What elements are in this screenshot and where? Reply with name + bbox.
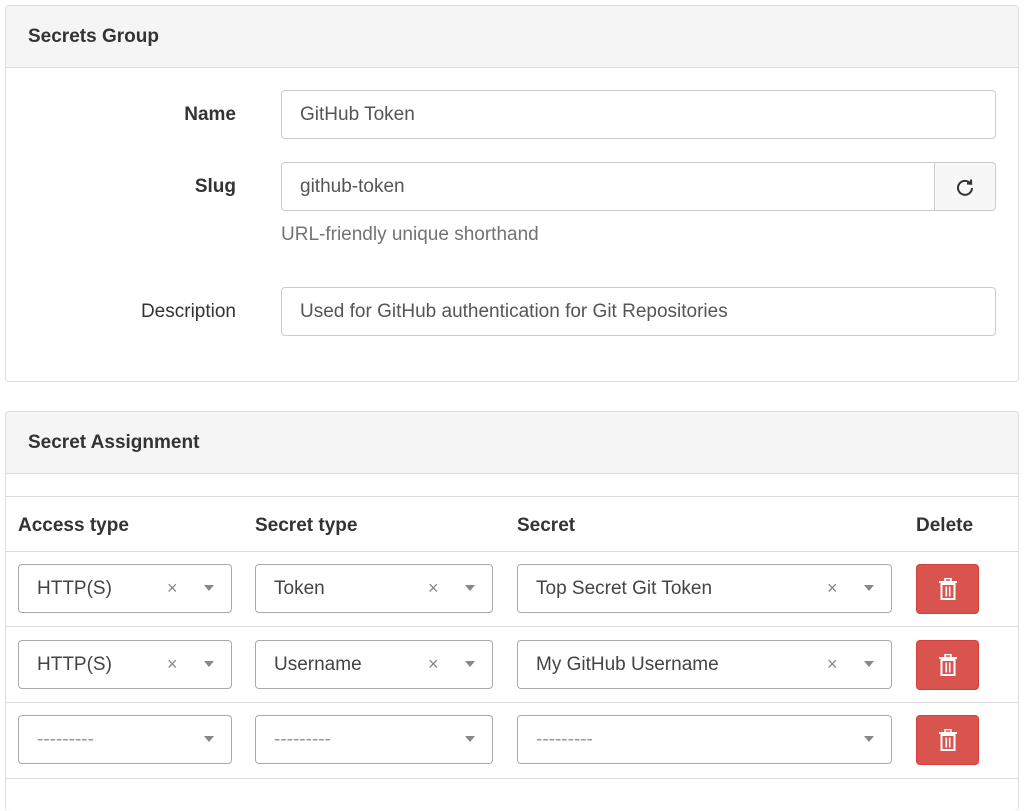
clear-icon[interactable]: × (827, 641, 838, 688)
clear-icon[interactable]: × (428, 565, 439, 612)
secret-type-value: Username (274, 654, 362, 675)
table-row-divider (6, 626, 1018, 627)
access-type-select[interactable]: HTTP(S) × (18, 564, 232, 613)
delete-row-button[interactable] (916, 564, 979, 614)
chevron-down-icon (465, 585, 475, 591)
secret-select[interactable]: --------- (517, 715, 892, 764)
slug-input[interactable]: github-token (281, 162, 935, 211)
delete-row-button[interactable] (916, 715, 979, 765)
chevron-down-icon (204, 585, 214, 591)
column-header-delete: Delete (916, 515, 974, 536)
clear-icon[interactable]: × (167, 565, 178, 612)
clear-icon[interactable]: × (167, 641, 178, 688)
trash-icon (938, 578, 957, 600)
secret-placeholder: --------- (536, 729, 593, 750)
chevron-down-icon (864, 736, 874, 742)
table-row-divider (6, 702, 1018, 703)
description-label: Description (140, 301, 236, 322)
secret-type-value: Token (274, 578, 325, 599)
trash-icon (938, 654, 957, 676)
secret-assignment-heading: Secret Assignment (6, 412, 1018, 474)
chevron-down-icon (864, 585, 874, 591)
secrets-group-heading: Secrets Group (6, 6, 1018, 68)
name-label: Name (184, 104, 236, 125)
table-row-divider (6, 551, 1018, 552)
clear-icon[interactable]: × (428, 641, 439, 688)
secret-select[interactable]: Top Secret Git Token × (517, 564, 892, 613)
secret-value: My GitHub Username (536, 654, 719, 675)
access-type-value: HTTP(S) (37, 654, 112, 675)
secret-type-select[interactable]: Token × (255, 564, 493, 613)
access-type-select[interactable]: --------- (18, 715, 232, 764)
slug-help-text: URL-friendly unique shorthand (281, 224, 539, 245)
clear-icon[interactable]: × (827, 565, 838, 612)
delete-row-button[interactable] (916, 640, 979, 690)
chevron-down-icon (204, 736, 214, 742)
secret-assignment-panel: Secret Assignment Access type Secret typ… (5, 411, 1019, 811)
secret-type-select[interactable]: --------- (255, 715, 493, 764)
trash-icon (938, 729, 957, 751)
access-type-select[interactable]: HTTP(S) × (18, 640, 232, 689)
description-input[interactable]: Used for GitHub authentication for Git R… (281, 287, 996, 336)
regenerate-slug-button[interactable] (934, 162, 996, 211)
column-header-secret-type: Secret type (255, 515, 358, 536)
secret-type-placeholder: --------- (274, 729, 331, 750)
secret-type-select[interactable]: Username × (255, 640, 493, 689)
column-header-secret: Secret (517, 515, 576, 536)
access-type-placeholder: --------- (37, 729, 94, 750)
secret-value: Top Secret Git Token (536, 578, 713, 599)
slug-label: Slug (194, 176, 236, 197)
column-header-access-type: Access type (18, 515, 129, 536)
secret-select[interactable]: My GitHub Username × (517, 640, 892, 689)
chevron-down-icon (864, 661, 874, 667)
secrets-group-panel: Secrets Group Name GitHub Token Slug git… (5, 5, 1019, 382)
chevron-down-icon (465, 736, 475, 742)
chevron-down-icon (465, 661, 475, 667)
table-row-divider (6, 778, 1018, 779)
refresh-icon (957, 178, 973, 196)
name-input[interactable]: GitHub Token (281, 90, 996, 139)
slug-input-group: github-token (281, 162, 996, 211)
chevron-down-icon (204, 661, 214, 667)
table-divider (6, 496, 1018, 497)
access-type-value: HTTP(S) (37, 578, 112, 599)
